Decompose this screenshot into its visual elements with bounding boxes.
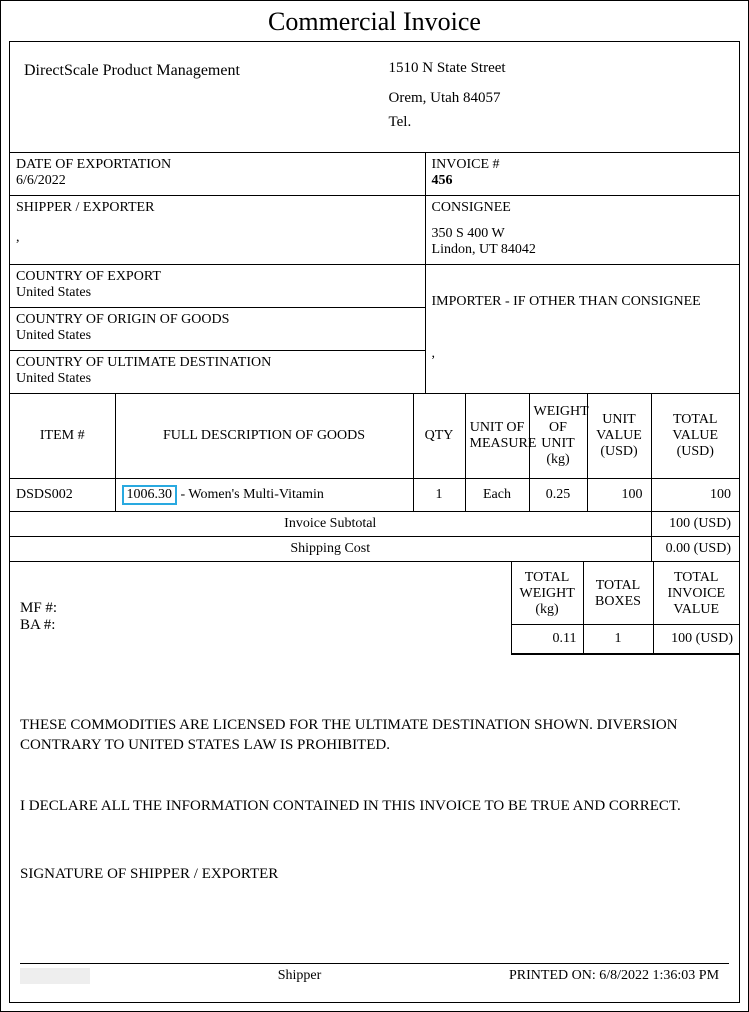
- invoice-num-cell: INVOICE # 456: [426, 153, 739, 196]
- totals-section: TOTAL WEIGHT (kg) TOTAL BOXES TOTAL INVO…: [10, 562, 739, 655]
- country-export-label: COUNTRY OF EXPORT: [16, 269, 419, 285]
- totals-box: TOTAL WEIGHT (kg) TOTAL BOXES TOTAL INVO…: [511, 562, 739, 655]
- item-desc: 1006.30 - Women's Multi-Vitamin: [115, 479, 413, 512]
- consignee-line1: 350 S 400 W: [432, 226, 733, 242]
- printed-on: PRINTED ON: 6/8/2022 1:36:03 PM: [509, 968, 729, 984]
- item-desc-suffix: - Women's Multi-Vitamin: [177, 487, 324, 502]
- item-total-value: 100: [651, 479, 739, 512]
- date-label: DATE OF EXPORTATION: [16, 157, 419, 173]
- shipping-value: 0.00 (USD): [651, 537, 739, 562]
- country-dest-value: United States: [16, 371, 419, 387]
- totals-boxes-label: TOTAL BOXES: [583, 562, 653, 625]
- signature-line: [20, 963, 729, 964]
- th-item: ITEM #: [10, 394, 115, 479]
- redacted-block: [20, 968, 90, 984]
- shipping-label: Shipping Cost: [10, 537, 651, 562]
- country-origin-value: United States: [16, 328, 419, 344]
- country-export-cell: COUNTRY OF EXPORT United States: [10, 265, 426, 308]
- totals-weight-label: TOTAL WEIGHT (kg): [512, 562, 583, 625]
- consignee-label: CONSIGNEE: [432, 200, 733, 216]
- th-uv: UNIT VALUE (USD): [587, 394, 651, 479]
- countries-block: COUNTRY OF EXPORT United States COUNTRY …: [10, 265, 426, 394]
- footer: Shipper PRINTED ON: 6/8/2022 1:36:03 PM: [10, 968, 739, 1002]
- country-dest-cell: COUNTRY OF ULTIMATE DESTINATION United S…: [10, 351, 426, 394]
- country-origin-label: COUNTRY OF ORIGIN OF GOODS: [16, 312, 419, 328]
- invoice-num-value: 456: [432, 173, 733, 189]
- decl-2: I DECLARE ALL THE INFORMATION CONTAINED …: [20, 796, 729, 816]
- footer-shipper: Shipper: [90, 968, 509, 984]
- item-qty: 1: [413, 479, 465, 512]
- consignee-line2: Lindon, UT 84042: [432, 242, 733, 258]
- invoice-page: Commercial Invoice DirectScale Product M…: [0, 0, 749, 1012]
- declarations: THESE COMMODITIES ARE LICENSED FOR THE U…: [10, 655, 739, 866]
- decl-1: THESE COMMODITIES ARE LICENSED FOR THE U…: [20, 715, 729, 756]
- totals-invoice-label: TOTAL INVOICE VALUE: [653, 562, 739, 625]
- consignee-cell: CONSIGNEE 350 S 400 W Lindon, UT 84042: [426, 196, 739, 265]
- document-title: Commercial Invoice: [1, 1, 748, 41]
- to-line1: 1510 N State Street: [389, 56, 730, 80]
- totals-weight-value: 0.11: [512, 625, 583, 654]
- subtotal-label: Invoice Subtotal: [10, 512, 651, 537]
- th-uom: UNIT OF MEASURE: [465, 394, 529, 479]
- th-qty: QTY: [413, 394, 465, 479]
- item-uom: Each: [465, 479, 529, 512]
- invoice-num-label: INVOICE #: [432, 157, 733, 173]
- from-block: DirectScale Product Management: [10, 42, 375, 152]
- country-origin-cell: COUNTRY OF ORIGIN OF GOODS United States: [10, 308, 426, 351]
- subtotal-value: 100 (USD): [651, 512, 739, 537]
- item-weight: 0.25: [529, 479, 587, 512]
- importer-value: ,: [432, 346, 733, 362]
- th-tv: TOTAL VALUE (USD): [651, 394, 739, 479]
- totals-invoice-value: 100 (USD): [653, 625, 739, 654]
- date-value: 6/6/2022: [16, 173, 419, 189]
- importer-label: IMPORTER - IF OTHER THAN CONSIGNEE: [432, 294, 733, 310]
- th-wou: WEIGHT OF UNIT (kg): [529, 394, 587, 479]
- country-dest-label: COUNTRY OF ULTIMATE DESTINATION: [16, 355, 419, 371]
- shipper-value: ,: [16, 230, 419, 246]
- item-sku: DSDS002: [10, 479, 115, 512]
- th-desc: FULL DESCRIPTION OF GOODS: [115, 394, 413, 479]
- invoice-body: DirectScale Product Management 1510 N St…: [9, 41, 740, 1003]
- date-cell: DATE OF EXPORTATION 6/6/2022: [10, 153, 426, 196]
- to-tel: Tel.: [389, 110, 730, 134]
- country-export-value: United States: [16, 285, 419, 301]
- shipper-label: SHIPPER / EXPORTER: [16, 200, 419, 216]
- signature-label: SIGNATURE OF SHIPPER / EXPORTER: [10, 866, 739, 893]
- importer-cell: IMPORTER - IF OTHER THAN CONSIGNEE ,: [426, 265, 739, 394]
- item-code-highlight: 1006.30: [122, 485, 178, 505]
- to-block: 1510 N State Street Orem, Utah 84057 Tel…: [375, 42, 740, 152]
- from-name: DirectScale Product Management: [24, 62, 365, 80]
- line-item-row: DSDS002 1006.30 - Women's Multi-Vitamin …: [10, 479, 739, 512]
- shipper-cell: SHIPPER / EXPORTER ,: [10, 196, 426, 265]
- item-unit-value: 100: [587, 479, 651, 512]
- line-items-table: ITEM # FULL DESCRIPTION OF GOODS QTY UNI…: [10, 394, 739, 562]
- to-line2: Orem, Utah 84057: [389, 86, 730, 110]
- totals-boxes-value: 1: [583, 625, 653, 654]
